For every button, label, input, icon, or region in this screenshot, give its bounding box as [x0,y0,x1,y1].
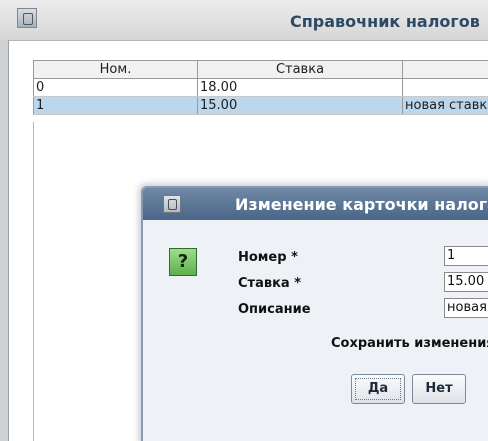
cell-rate: 15.00 [198,97,403,114]
question-icon: ? [169,248,197,276]
dialog-title: Изменение карточки налога [235,195,488,214]
yes-button[interactable]: Да [351,374,405,404]
cell-desc [403,79,488,96]
tax-table: Ном. Ставка 0 18.00 1 15.00 новая ставка [33,60,488,115]
window-title: Справочник налогов [290,12,480,31]
confirm-message: Сохранить изменения? [331,336,488,351]
number-label: Номер * [238,250,298,265]
col-header-desc[interactable] [403,61,488,78]
table-row[interactable]: 0 18.00 [33,79,488,97]
cell-num: 1 [33,97,198,114]
cell-desc: новая ставка [405,98,488,113]
table-row-selected[interactable]: 1 15.00 новая ставка [33,97,488,115]
cell-num: 0 [33,79,198,96]
edit-dialog: Изменение карточки налога ? Номер * 1 Ст… [141,186,488,441]
app-icon[interactable] [17,8,37,28]
table-left-border [33,122,34,441]
cell-rate: 18.00 [198,79,403,96]
rate-label: Ставка * [238,276,301,291]
table-header: Ном. Ставка [33,60,488,79]
window-left-edge [0,40,9,441]
window-title-bar[interactable]: Справочник налогов [0,0,488,41]
dialog-app-icon[interactable] [163,195,181,213]
number-field[interactable]: 1 [444,246,488,266]
description-label: Описание [238,302,311,317]
no-button[interactable]: Нет [412,374,466,404]
rate-field[interactable]: 15.00 [444,272,488,292]
col-header-rate[interactable]: Ставка [198,61,403,78]
description-field[interactable]: новая ставка [444,298,488,318]
dialog-title-bar[interactable]: Изменение карточки налога [143,188,488,220]
col-header-num[interactable]: Ном. [33,61,198,78]
